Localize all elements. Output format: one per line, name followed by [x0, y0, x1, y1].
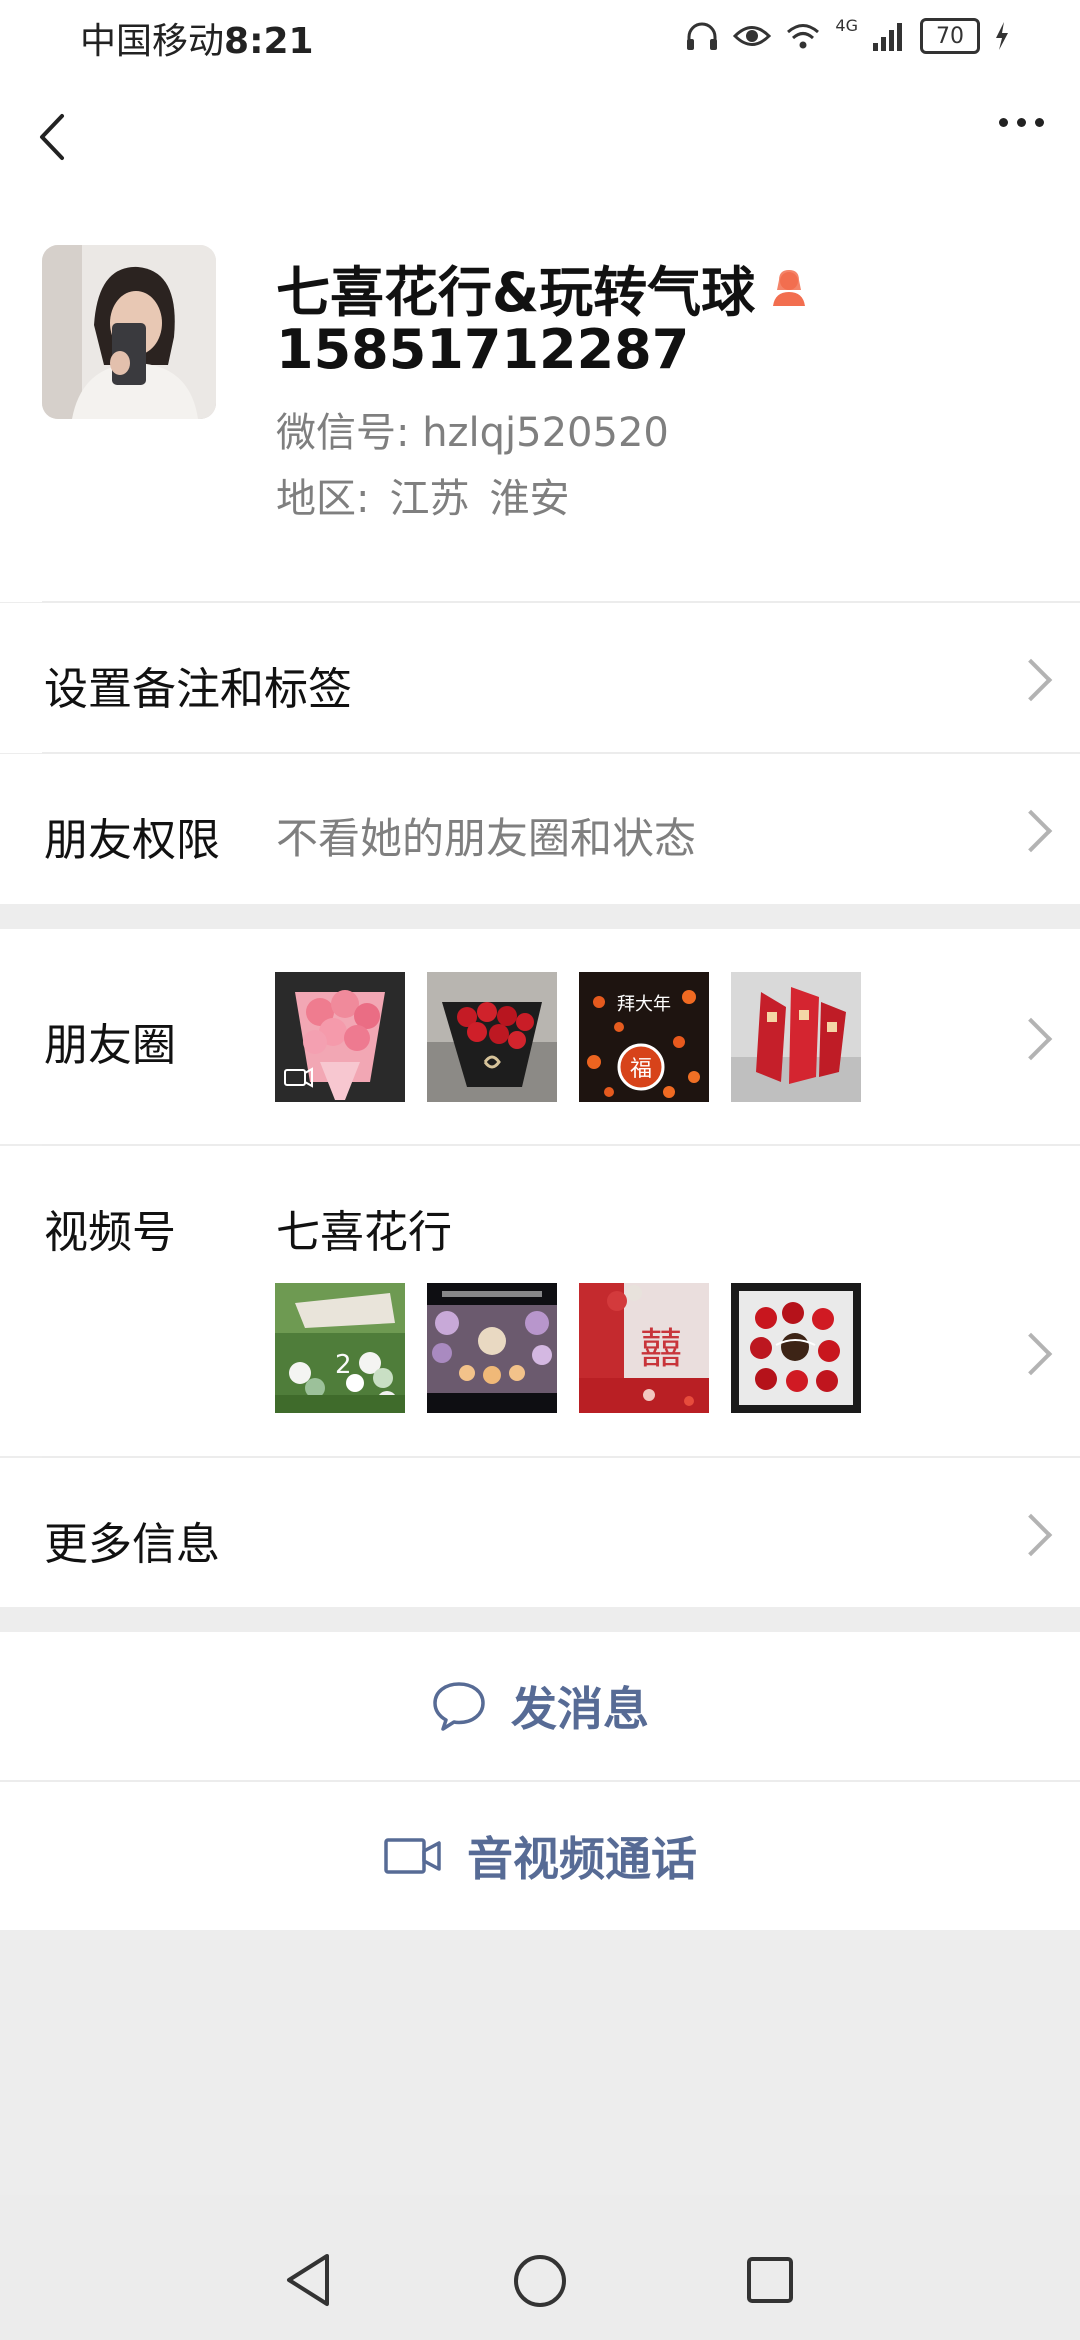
moments-thumb[interactable]: 拜大年 福 — [579, 972, 709, 1102]
battery-icon: 70 — [920, 18, 980, 54]
set-remark-label: 设置备注和标签 — [44, 664, 352, 715]
channels-thumb[interactable] — [731, 1283, 861, 1413]
status-bar: 中国移动8:21 4G 70 — [0, 0, 1080, 72]
profile-phone: 15851712287 — [276, 318, 690, 381]
wifi-icon — [787, 24, 820, 49]
friend-permissions-label: 朋友权限 — [44, 815, 220, 866]
region-province: 江苏 — [389, 476, 470, 522]
chevron-right-icon — [1009, 1332, 1053, 1376]
charging-icon — [996, 22, 1008, 50]
balloon-stage-icon — [427, 1283, 557, 1413]
nav-home-icon[interactable] — [512, 2253, 568, 2309]
channels-name: 七喜花行 — [276, 1207, 452, 1258]
clock: 8:21 — [224, 21, 314, 62]
strawberry-box-icon — [731, 1283, 861, 1413]
avatar[interactable] — [42, 245, 216, 419]
channels-label: 视频号 — [44, 1207, 176, 1258]
av-call-button[interactable]: 音视频通话 — [0, 1782, 1080, 1930]
system-nav-bar — [0, 2195, 1080, 2340]
more-dot-icon — [1017, 118, 1026, 127]
moments-thumb[interactable] — [731, 972, 861, 1102]
av-call-label: 音视频通话 — [467, 1832, 697, 1886]
network-type: 4G — [835, 16, 858, 35]
more-dot-icon — [999, 118, 1008, 127]
nav-back-icon[interactable] — [283, 2252, 333, 2308]
headphones-icon — [687, 22, 718, 50]
balloon-garden-icon: 2 — [275, 1283, 405, 1413]
battery-level: 70 — [936, 23, 964, 49]
channels-thumb[interactable] — [427, 1283, 557, 1413]
eye-icon — [733, 26, 772, 46]
red-rose-bouquet-icon — [427, 972, 557, 1102]
chat-bubble-icon — [433, 1682, 485, 1731]
more-options-button[interactable] — [999, 118, 1044, 127]
red-couplets-display-icon — [731, 972, 861, 1102]
video-camera-icon — [384, 1838, 441, 1874]
poster-title-text: 拜大年 — [617, 994, 671, 1015]
more-info-label: 更多信息 — [44, 1519, 220, 1570]
pink-bouquet-icon — [275, 972, 405, 1102]
region-label: 地区: — [276, 476, 370, 522]
more-dot-icon — [1035, 118, 1044, 127]
svg-text:2: 2 — [335, 1350, 352, 1380]
friend-permissions-row[interactable]: 朋友权限 不看她的朋友圈和状态 — [0, 754, 1080, 904]
fu-character-text: 福 — [630, 1057, 652, 1082]
nav-recents-icon[interactable] — [745, 2255, 795, 2305]
profile-name-text: 七喜花行&玩转气球 — [276, 261, 756, 324]
chevron-right-icon — [1009, 1513, 1053, 1557]
moments-label: 朋友圈 — [44, 1020, 176, 1071]
signal-icon — [873, 23, 902, 51]
chevron-right-icon — [1009, 1017, 1053, 1061]
status-carrier: 中国移动8:21 — [80, 12, 314, 64]
avatar-photo-icon — [42, 245, 216, 419]
region-city: 淮安 — [489, 476, 570, 522]
send-message-label: 发消息 — [511, 1682, 649, 1736]
friend-permissions-value: 不看她的朋友圈和状态 — [276, 814, 697, 863]
red-wedding-icon: 囍 — [579, 1283, 709, 1413]
channels-thumb[interactable]: 囍 — [579, 1283, 709, 1413]
wechat-id: 微信号: hzlqj520520 — [276, 410, 669, 456]
chevron-right-icon — [1009, 809, 1053, 853]
chevron-right-icon — [1009, 658, 1053, 702]
double-happiness-text: 囍 — [640, 1324, 682, 1373]
channels-thumb[interactable]: 2 — [275, 1283, 405, 1413]
channels-row[interactable]: 视频号 七喜花行 2 囍 — [0, 1146, 1080, 1456]
back-arrow-icon[interactable] — [36, 112, 66, 162]
moments-thumbnails: 拜大年 福 — [275, 972, 861, 1102]
new-year-poster-icon: 拜大年 福 — [579, 972, 709, 1102]
moments-thumb[interactable] — [427, 972, 557, 1102]
channels-thumbnails: 2 囍 — [275, 1283, 861, 1413]
status-icons: 4G 70 — [685, 16, 1010, 56]
carrier-name: 中国移动 — [80, 21, 225, 62]
profile-region: 地区: 江苏 淮安 — [276, 466, 569, 524]
moments-thumb[interactable] — [275, 972, 405, 1102]
top-bar — [0, 72, 1080, 202]
female-gender-icon — [773, 269, 806, 306]
moments-row[interactable]: 朋友圈 拜大年 福 — [0, 929, 1080, 1144]
more-info-row[interactable]: 更多信息 — [0, 1458, 1080, 1607]
profile-name: 七喜花行&玩转气球 — [276, 248, 811, 327]
send-message-button[interactable]: 发消息 — [0, 1632, 1080, 1780]
set-remark-row[interactable]: 设置备注和标签 — [0, 603, 1080, 753]
